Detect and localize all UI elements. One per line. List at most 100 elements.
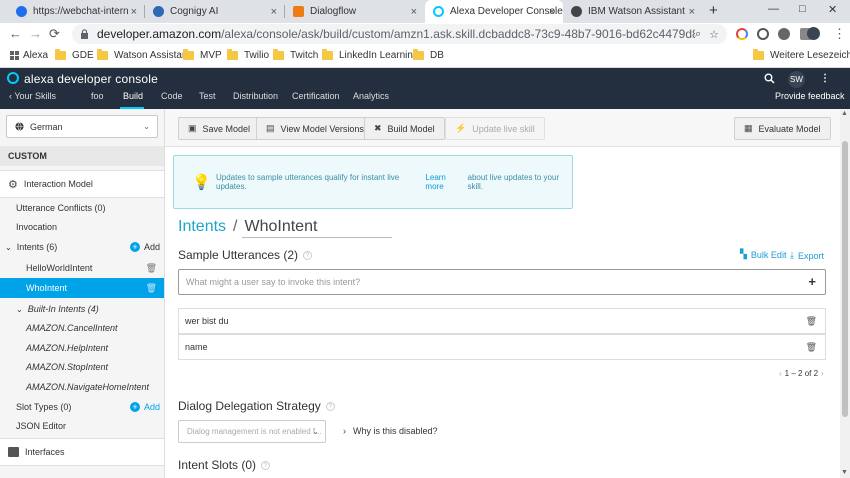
nav-test[interactable]: Test bbox=[199, 91, 216, 101]
page-scrollbar[interactable]: ▲ ▼ bbox=[840, 109, 850, 478]
more-menu-icon[interactable]: ⋮ bbox=[820, 73, 830, 84]
sidebar-item-navigatehomeintent[interactable]: AMAZON.NavigateHomeIntent bbox=[0, 377, 164, 397]
view-model-versions-button[interactable]: ▤ View Model Versions bbox=[256, 117, 374, 140]
sidebar-item-whointent[interactable]: WhoIntent 🗑 bbox=[0, 278, 164, 298]
search-icon[interactable] bbox=[764, 73, 775, 84]
provide-feedback-link[interactable]: Provide feedback bbox=[775, 91, 845, 101]
help-icon[interactable]: ? bbox=[325, 402, 335, 412]
breadcrumb-intents-link[interactable]: Intents bbox=[178, 218, 226, 235]
nav-analytics[interactable]: Analytics bbox=[353, 91, 389, 101]
save-model-button[interactable]: ▣ Save Model bbox=[178, 117, 261, 140]
nav-certification[interactable]: Certification bbox=[292, 91, 340, 101]
user-avatar[interactable]: SW bbox=[788, 71, 805, 88]
close-tab-icon[interactable]: × bbox=[411, 6, 417, 18]
update-live-skill-button[interactable]: ⚡ Update live skill bbox=[445, 117, 545, 140]
bookmark-db[interactable]: DB bbox=[413, 49, 444, 61]
help-icon[interactable]: ? bbox=[303, 251, 313, 261]
url-field[interactable]: developer.amazon.com/alexa/console/ask/b… bbox=[72, 24, 727, 44]
browser-tab-alexa[interactable]: Alexa Developer Console × bbox=[425, 0, 563, 23]
extension-dark-icon[interactable] bbox=[778, 28, 790, 40]
browser-tab-webchat[interactable]: https://webchat-internal.co × bbox=[8, 0, 145, 23]
bookmark-star-icon[interactable]: ☆ bbox=[709, 28, 719, 41]
sidebar-item-cancelintent[interactable]: AMAZON.CancelIntent bbox=[0, 318, 164, 338]
chevron-right-icon[interactable]: › bbox=[821, 369, 824, 378]
build-model-button[interactable]: ✖ Build Model bbox=[364, 117, 445, 140]
add-slot-type-button[interactable]: + Add bbox=[130, 402, 160, 412]
close-tab-icon[interactable]: × bbox=[271, 6, 277, 18]
trash-icon[interactable]: 🗑 bbox=[146, 283, 157, 294]
add-utterance-icon[interactable]: + bbox=[808, 274, 816, 289]
minimize-icon[interactable]: — bbox=[768, 3, 779, 15]
dialog-delegation-select[interactable]: Dialog management is not enabled f... ⌄ bbox=[178, 420, 326, 443]
sidebar-item-utterance-conflicts[interactable]: Utterance Conflicts (0) bbox=[0, 198, 164, 218]
chevron-left-icon[interactable]: ‹ bbox=[779, 369, 782, 378]
maximize-icon[interactable]: □ bbox=[799, 3, 806, 15]
extension-circle-icon[interactable] bbox=[757, 28, 769, 40]
browser-tab-dialogflow[interactable]: Dialogflow × bbox=[285, 0, 425, 23]
sidebar-item-json-editor[interactable]: JSON Editor bbox=[0, 416, 164, 436]
bookmark-twilio[interactable]: Twilio bbox=[227, 49, 269, 61]
sidebar-item-builtin-intents[interactable]: ⌄ Built-In Intents (4) bbox=[0, 299, 164, 319]
sidebar-item-label: Interaction Model bbox=[23, 179, 93, 189]
help-icon[interactable]: ? bbox=[261, 461, 271, 471]
forward-arrow-icon[interactable]: → bbox=[29, 26, 42, 41]
browser-menu-icon[interactable]: ⋮ bbox=[833, 26, 846, 42]
scroll-down-icon[interactable]: ▼ bbox=[841, 469, 848, 476]
sidebar-item-helloworldintent[interactable]: HelloWorldIntent 🗑 bbox=[0, 258, 164, 278]
reload-icon[interactable]: ⟳ bbox=[49, 26, 60, 42]
utterance-input[interactable]: What might a user say to invoke this int… bbox=[178, 269, 826, 295]
back-arrow-icon[interactable]: ← bbox=[9, 26, 22, 41]
bookmark-mvp[interactable]: MVP bbox=[183, 49, 222, 61]
sidebar-item-label: WhoIntent bbox=[26, 283, 68, 293]
section-title-label: Intent Slots (0) bbox=[178, 458, 257, 472]
close-tab-icon[interactable]: × bbox=[549, 6, 555, 18]
info-text: Updates to sample utterances qualify for… bbox=[216, 173, 400, 191]
window-close-icon[interactable]: ✕ bbox=[828, 3, 837, 16]
utterance-row[interactable]: name 🗑 bbox=[178, 334, 826, 360]
bookmark-watson[interactable]: Watson Assistant bbox=[97, 49, 190, 61]
scrollbar-thumb[interactable] bbox=[842, 141, 848, 417]
your-skills-link[interactable]: ‹ Your Skills bbox=[9, 91, 56, 101]
utterance-row[interactable]: wer bist du 🗑 bbox=[178, 308, 826, 334]
locale-select[interactable]: German ⌄ bbox=[6, 115, 158, 138]
nav-build[interactable]: Build bbox=[123, 91, 143, 101]
sidebar-item-invocation[interactable]: Invocation bbox=[0, 217, 164, 237]
dialog-delegation-title: Dialog Delegation Strategy? bbox=[178, 399, 335, 413]
evaluate-icon: ▦ bbox=[744, 123, 753, 133]
why-disabled-toggle[interactable]: › Why is this disabled? bbox=[343, 426, 438, 436]
sidebar-item-interaction-model[interactable]: ⚙ Interaction Model bbox=[0, 170, 164, 198]
export-button[interactable]: ⤓ Export bbox=[790, 250, 824, 261]
bookmark-linkedin[interactable]: LinkedIn Learning bbox=[322, 49, 419, 61]
bookmark-gde[interactable]: GDE bbox=[55, 49, 94, 61]
bookmark-twitch[interactable]: Twitch bbox=[273, 49, 318, 61]
learn-more-link[interactable]: Learn more bbox=[425, 173, 464, 191]
nav-code[interactable]: Code bbox=[161, 91, 183, 101]
section-title-label: Sample Utterances (2) bbox=[178, 248, 299, 262]
intent-name: WhoIntent bbox=[244, 218, 318, 235]
bulk-edit-button[interactable]: ▚ Bulk Edit bbox=[740, 249, 786, 260]
close-tab-icon[interactable]: × bbox=[131, 6, 137, 18]
trash-icon[interactable]: 🗑 bbox=[146, 263, 157, 274]
close-tab-icon[interactable]: × bbox=[689, 6, 695, 18]
sidebar-item-helpintent[interactable]: AMAZON.HelpIntent bbox=[0, 338, 164, 358]
bookmark-label: MVP bbox=[200, 50, 222, 61]
extension-color-icon[interactable] bbox=[736, 28, 748, 40]
sidebar-item-interfaces[interactable]: Interfaces bbox=[0, 438, 164, 466]
add-intent-button[interactable]: + Add bbox=[130, 242, 160, 252]
new-tab-button[interactable]: + bbox=[709, 2, 718, 19]
wrench-icon: ✖ bbox=[374, 123, 382, 133]
button-label: Update live skill bbox=[472, 123, 535, 134]
bookmark-more[interactable]: Weitere Lesezeichen bbox=[753, 49, 850, 61]
bookmark-alexa[interactable]: Alexa bbox=[10, 50, 48, 61]
profile-avatar[interactable] bbox=[807, 27, 820, 40]
search-icon[interactable]: ⌕ bbox=[695, 28, 701, 41]
browser-tab-watson[interactable]: IBM Watson Assistant × bbox=[563, 0, 703, 23]
scroll-up-icon[interactable]: ▲ bbox=[841, 110, 848, 117]
nav-distribution[interactable]: Distribution bbox=[233, 91, 278, 101]
evaluate-model-button[interactable]: ▦ Evaluate Model bbox=[734, 117, 831, 140]
trash-icon[interactable]: 🗑 bbox=[806, 316, 817, 327]
browser-tab-cognigy[interactable]: Cognigy AI × bbox=[145, 0, 285, 23]
console-header: alexa developer console ‹ Your Skills fo… bbox=[0, 68, 850, 109]
sidebar-item-stopintent[interactable]: AMAZON.StopIntent bbox=[0, 357, 164, 377]
trash-icon[interactable]: 🗑 bbox=[806, 342, 817, 353]
